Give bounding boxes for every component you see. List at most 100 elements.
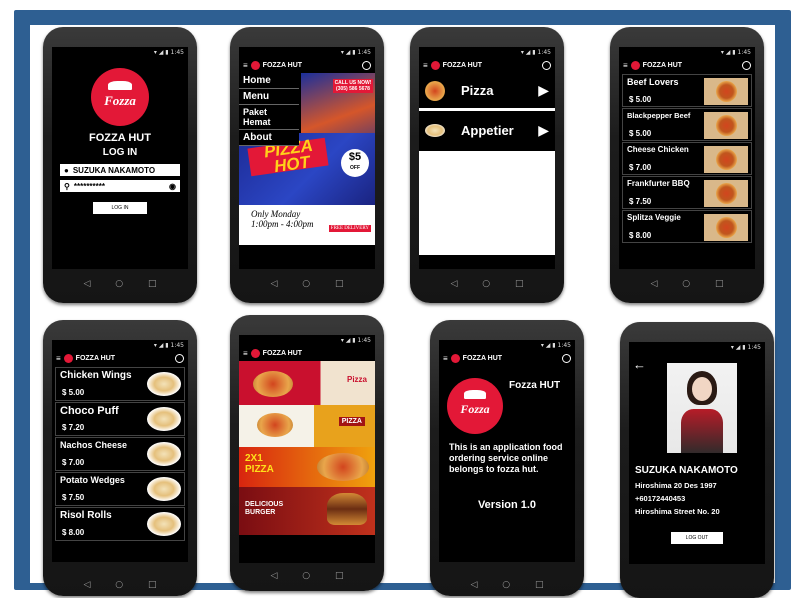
promo-phone: (305) 586 5678 — [336, 86, 370, 92]
show-password-eye-icon[interactable]: ◉ — [169, 182, 176, 191]
pizza-name: Splitza Veggie — [627, 213, 681, 222]
profile-address: Hiroshima Street No. 20 — [635, 507, 720, 516]
category-appetier[interactable]: Appetier ▶ — [419, 111, 555, 149]
hamburger-menu-icon[interactable]: ≡ — [56, 354, 61, 363]
drawer-item-about[interactable]: About — [239, 130, 299, 146]
back-nav-icon[interactable]: ◁ — [83, 279, 90, 289]
appetizer-item[interactable]: Chicken Wings $ 5.00 — [55, 367, 185, 401]
back-nav-icon[interactable]: ◁ — [270, 279, 277, 289]
account-icon[interactable] — [742, 61, 751, 70]
login-heading: LOG IN — [102, 147, 138, 158]
recent-nav-icon[interactable]: □ — [335, 571, 344, 581]
appetizer-image — [147, 372, 181, 396]
pizza-image — [704, 180, 748, 207]
username-field[interactable]: ● SUZUKA NAKAMOTO — [60, 164, 180, 176]
paket-banner[interactable]: PIZZA — [239, 405, 375, 447]
drawer-item-paket-hemat[interactable]: Paket Hemat — [239, 105, 299, 130]
categories-screen: ▾ ◢ ▮ 1:45 ≡ FOZZA HUT Pizza ▶ Appetier … — [419, 47, 555, 269]
status-icons: ▾ ◢ ▮ — [153, 49, 169, 56]
back-nav-icon[interactable]: ◁ — [83, 580, 90, 590]
logout-button[interactable]: LOG OUT — [671, 532, 723, 544]
appetizer-price: $ 7.00 — [62, 458, 85, 467]
home-nav-icon[interactable]: ○ — [115, 580, 123, 590]
appetizer-price: $ 7.50 — [62, 493, 85, 502]
android-nav-bar: ◁ ○ □ — [230, 565, 384, 587]
recent-nav-icon[interactable]: □ — [335, 279, 344, 289]
android-nav-bar: ◁ ○ □ — [43, 273, 197, 295]
password-field[interactable]: ⚲ ********** ◉ — [60, 180, 180, 192]
recent-nav-icon[interactable]: □ — [515, 279, 524, 289]
pizza-image — [704, 146, 748, 173]
app-bar-title: FOZZA HUT — [75, 355, 116, 362]
recent-nav-icon[interactable]: □ — [715, 279, 724, 289]
appetizer-name: Nachos Cheese — [60, 440, 128, 450]
account-icon[interactable] — [542, 61, 551, 70]
pizza-item[interactable]: Splitza Veggie $ 8.00 — [622, 210, 752, 243]
pizza-item[interactable]: Blackpepper Beef $ 5.00 — [622, 108, 752, 141]
home-nav-icon[interactable]: ○ — [115, 279, 123, 289]
hamburger-menu-icon[interactable]: ≡ — [243, 61, 248, 70]
brand-logo-icon — [63, 354, 73, 363]
key-icon: ⚲ — [64, 181, 70, 191]
pizza-price: $ 5.00 — [629, 95, 652, 104]
status-time: 1:45 — [357, 337, 371, 344]
pizza-icon — [425, 80, 445, 101]
pizza-image — [704, 214, 748, 241]
hamburger-menu-icon[interactable]: ≡ — [443, 354, 448, 363]
appetizer-item[interactable]: Risol Rolls $ 8.00 — [55, 507, 185, 541]
promo-delivery-badge: FREE DELIVERY — [328, 225, 371, 232]
hamburger-menu-icon[interactable]: ≡ — [423, 61, 428, 70]
password-value: ********** — [73, 181, 105, 191]
category-pizza[interactable]: Pizza ▶ — [419, 73, 555, 111]
app-bar-title: FOZZA HUT — [462, 355, 503, 362]
pizza-item[interactable]: Cheese Chicken $ 7.00 — [622, 142, 752, 175]
promo-call-badge: CALL US NOW! (305) 586 5678 — [333, 79, 373, 93]
paket-banner[interactable]: 2X1 PIZZA — [239, 447, 375, 487]
pizza-name: Cheese Chicken — [627, 145, 689, 154]
back-nav-icon[interactable]: ◁ — [270, 571, 277, 581]
home-nav-icon[interactable]: ○ — [502, 580, 510, 590]
back-nav-icon[interactable]: ◁ — [450, 279, 457, 289]
account-icon[interactable] — [175, 354, 184, 363]
account-icon[interactable] — [362, 61, 371, 70]
pizza-price: $ 5.00 — [629, 129, 652, 138]
android-nav-bar: ◁ ○ □ — [430, 574, 584, 596]
appetizer-item[interactable]: Nachos Cheese $ 7.00 — [55, 437, 185, 471]
promo-off: OFF — [350, 165, 360, 171]
status-bar: ▾ ◢ ▮ 1:45 — [629, 342, 765, 353]
android-nav-bar: ◁ ○ □ — [43, 574, 197, 596]
status-icons: ▾ ◢ ▮ — [730, 344, 746, 351]
app-bar: ≡ FOZZA HUT — [619, 58, 755, 73]
appetizer-item[interactable]: Potato Wedges $ 7.50 — [55, 472, 185, 506]
recent-nav-icon[interactable]: □ — [148, 279, 157, 289]
paket-screen: ▾ ◢ ▮ 1:45 ≡ FOZZA HUT Pizza PIZZA 2X1 P… — [239, 335, 375, 563]
appetizer-image — [147, 512, 181, 536]
hamburger-menu-icon[interactable]: ≡ — [623, 61, 628, 70]
login-button[interactable]: LOG IN — [93, 202, 147, 214]
recent-nav-icon[interactable]: □ — [148, 580, 157, 590]
back-nav-icon[interactable]: ◁ — [470, 580, 477, 590]
home-nav-icon[interactable]: ○ — [302, 279, 310, 289]
paket-banner[interactable]: Pizza — [239, 361, 375, 405]
home-content: CALL US NOW! (305) 586 5678 PIZZA HOT $5 OF… — [239, 73, 375, 269]
brand-logo-icon — [450, 354, 460, 363]
drawer-item-menu[interactable]: Menu — [239, 89, 299, 105]
appetizer-name: Choco Puff — [60, 405, 119, 417]
brand-logo-icon — [430, 61, 440, 70]
home-nav-icon[interactable]: ○ — [682, 279, 690, 289]
back-nav-icon[interactable]: ◁ — [650, 279, 657, 289]
home-nav-icon[interactable]: ○ — [302, 571, 310, 581]
appetizer-item[interactable]: Choco Puff $ 7.20 — [55, 402, 185, 436]
hamburger-menu-icon[interactable]: ≡ — [243, 349, 248, 358]
paket-banner-text: DELICIOUS BURGER — [245, 501, 284, 516]
pizza-item[interactable]: Frankfurter BBQ $ 7.50 — [622, 176, 752, 209]
account-icon[interactable] — [562, 354, 571, 363]
pizza-item[interactable]: Beef Lovers $ 5.00 — [622, 74, 752, 107]
appetizer-image — [147, 477, 181, 501]
paket-banner[interactable]: DELICIOUS BURGER — [239, 487, 375, 535]
back-arrow-icon[interactable]: ← — [633, 357, 646, 372]
recent-nav-icon[interactable]: □ — [535, 580, 544, 590]
drawer-item-home[interactable]: Home — [239, 73, 299, 89]
home-nav-icon[interactable]: ○ — [482, 279, 490, 289]
about-description: This is an application food ordering ser… — [449, 442, 563, 474]
